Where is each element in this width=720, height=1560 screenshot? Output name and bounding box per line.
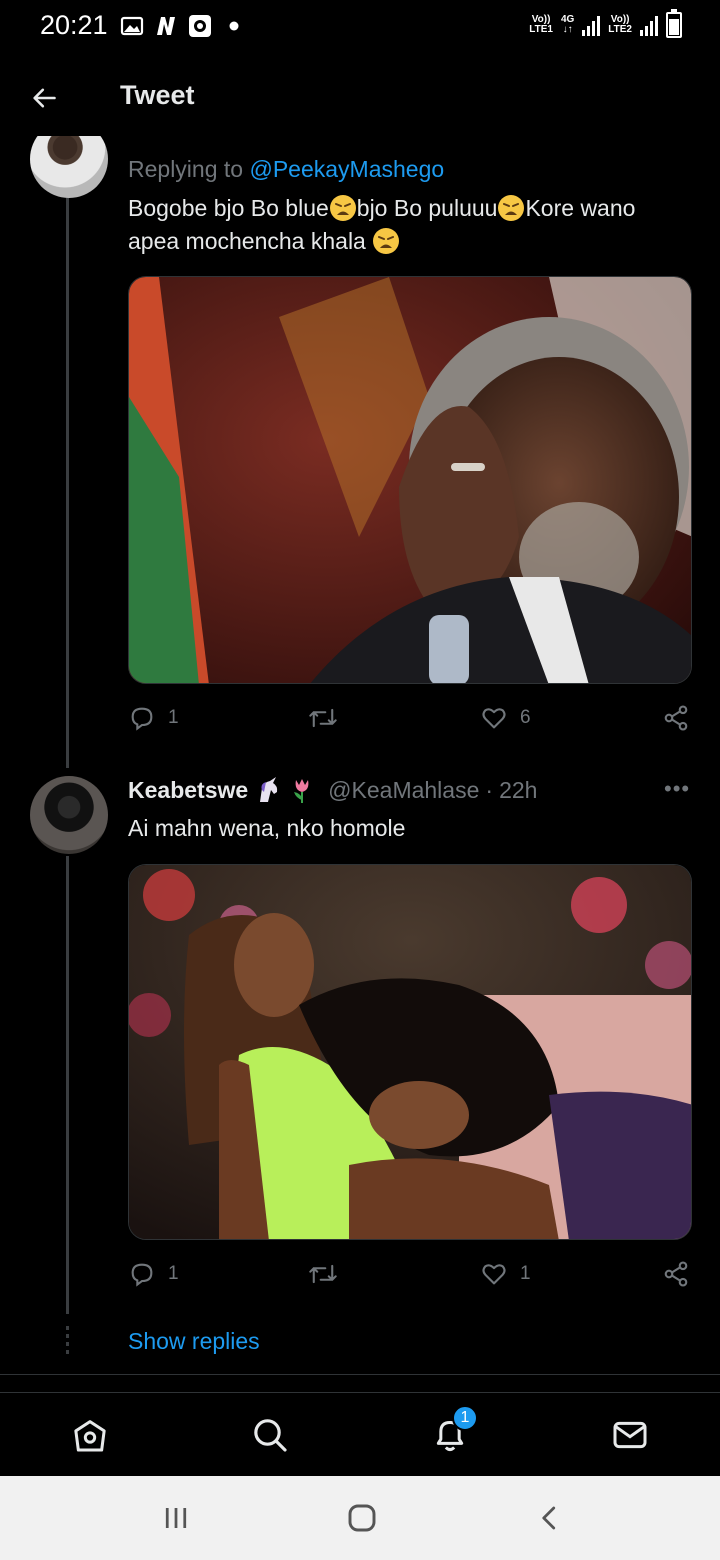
system-back-button[interactable] [530,1500,570,1536]
thread-line [66,196,69,768]
system-navigation-bar [0,1476,720,1560]
search-icon [254,1419,287,1452]
network-type: 4G ↓↑ [560,14,575,35]
signal-indicators: Vo)) LTE1 4G ↓↑ Vo)) LTE2 [529,9,682,38]
status-icons [120,14,246,38]
replying-to: Replying to @PeekayMashego [128,156,445,182]
thread-continuation-dots [66,1326,69,1358]
back-chevron-icon [542,1506,556,1530]
dot-icon [229,21,239,31]
reply-icon [131,707,153,731]
back-button[interactable] [22,76,66,120]
tweet-photo[interactable] [128,276,692,684]
retweet-icon [309,1264,337,1284]
status-time: 20:21 [40,10,108,40]
status-bar: 20:21 Vo)) LTE1 4G ↓↑ Vo)) LTE2 [0,0,720,56]
home-icon [74,1420,106,1452]
divider [0,1374,720,1375]
gallery-icon [120,16,144,36]
tweet-actions: 1 6 [128,704,694,738]
page-title: Tweet [120,80,195,110]
author-name[interactable]: Keabetswe [128,777,248,804]
tweet-photo[interactable] [128,864,692,1240]
thread-line [66,856,69,1314]
tweet-text: Bogobe bjo Bo blue bjo Bo puluuu Kore wano… [128,195,636,254]
recent-apps-button[interactable] [156,1500,196,1536]
home-circle-icon [348,1504,376,1532]
retweet-button[interactable] [308,1260,338,1288]
signal-icon-2 [640,14,658,36]
nav-messages[interactable] [608,1413,652,1457]
battery-icon [666,9,682,38]
share-button[interactable] [662,1260,690,1288]
nav-notifications[interactable]: 1 [428,1405,478,1457]
share-icon [664,705,688,731]
tweet-actions: 1 1 [128,1260,694,1294]
unicorn-emoji-icon [260,777,278,802]
nav-search[interactable] [248,1413,292,1457]
reply-icon [131,1263,153,1287]
recent-apps-icon [165,1508,187,1528]
shield-app-icon [189,15,211,37]
share-button[interactable] [662,704,690,732]
sim2-label: Vo)) LTE2 [608,14,632,35]
nav-home[interactable] [68,1413,112,1457]
share-icon [664,1261,688,1287]
avatar[interactable] [30,776,108,854]
bottom-navigation: 1 [0,1392,720,1476]
heart-icon [482,1264,506,1285]
system-home-button[interactable] [342,1500,382,1536]
notification-badge: 1 [452,1405,478,1431]
tweet-text: Ai mahn wena, nko homole [128,815,406,841]
like-button[interactable]: 6 [480,704,531,732]
weary-face-emoji-icon [329,195,356,221]
tweet-time: 22h [499,776,538,803]
messages-icon [613,1421,647,1449]
retweet-button[interactable] [308,704,338,732]
tweet-author-row: Keabetswe @KeaMahlase · 22h [128,776,538,804]
author-handle[interactable]: @KeaMahlase [328,777,479,804]
sim1-label: Vo)) LTE1 [529,14,553,35]
like-button[interactable]: 1 [480,1260,531,1288]
reply-button[interactable]: 1 [128,1260,179,1288]
reply-mention-link[interactable]: @PeekayMashego [249,156,444,182]
heart-icon [482,708,506,729]
weary-face-emoji-icon [373,228,400,254]
show-replies-link[interactable]: Show replies [128,1328,260,1355]
weary-face-emoji-icon [498,195,525,221]
reply-button[interactable]: 1 [128,704,179,732]
more-options-button[interactable]: ••• [664,776,690,802]
tulip-emoji-icon [294,779,309,803]
app-header: Tweet [0,56,720,136]
photo-image [129,865,691,1239]
back-arrow-icon [33,88,56,108]
n-notification-icon [157,17,175,35]
retweet-icon [309,708,337,728]
photo-image [129,277,691,683]
signal-icon [582,14,601,36]
